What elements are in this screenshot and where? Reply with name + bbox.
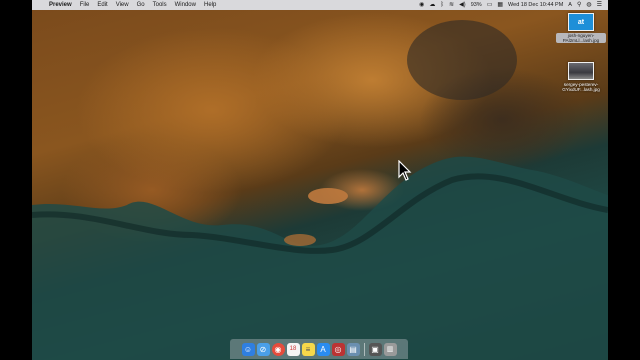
dock-safari-icon[interactable]: ⊘ <box>256 342 270 356</box>
dock-calendar-icon[interactable]: 18 <box>286 342 300 356</box>
menu-app-name[interactable]: Preview <box>49 2 72 8</box>
menu-go[interactable]: Go <box>137 2 145 8</box>
menu-tools[interactable]: Tools <box>153 2 167 8</box>
volume-icon[interactable]: ◀) <box>459 0 466 10</box>
battery-percent[interactable]: 93% <box>471 2 482 8</box>
flag-icon[interactable]: ▦ <box>497 0 503 10</box>
menu-view[interactable]: View <box>116 2 129 8</box>
wifi-icon[interactable]: ≋ <box>449 0 454 10</box>
dock: ☺ ⊘ ◉ 18 ≡ A ◎ ▤ ▣ ▥ <box>230 339 408 359</box>
menu-window[interactable]: Window <box>175 2 196 8</box>
desktop-file-josh-nguyen[interactable]: at josh-nguyen-PAl2mLl...lash.jpg <box>556 13 606 43</box>
image-thumbnail <box>568 62 594 80</box>
dock-separator <box>363 342 365 356</box>
bluetooth-icon[interactable]: ᛒ <box>440 0 444 10</box>
clock[interactable]: Wed 18 Dec 10:44 PM <box>508 2 563 8</box>
menu-edit[interactable]: Edit <box>97 2 107 8</box>
notification-center-icon[interactable]: ☰ <box>597 0 602 10</box>
siri-icon[interactable]: ◍ <box>586 0 591 10</box>
desktop-file-sergey-pesterev[interactable]: sergey-pesterev-GYixdUF...lash.jpg <box>556 62 606 92</box>
record-icon[interactable]: ◉ <box>419 0 424 10</box>
dock-screenshots-folder-icon[interactable]: ▣ <box>368 342 382 356</box>
wallpaper-coastline <box>32 20 608 360</box>
menu-file[interactable]: File <box>80 2 90 8</box>
desktop-file-label: josh-nguyen-PAl2mLl...lash.jpg <box>556 33 606 43</box>
image-thumbnail: at <box>568 13 594 31</box>
menu-help[interactable]: Help <box>204 2 216 8</box>
battery-icon[interactable]: ▭ <box>487 0 493 10</box>
desktop-wallpaper <box>32 0 608 360</box>
dock-app-store-icon[interactable]: A <box>316 342 330 356</box>
dock-notes-icon[interactable]: ≡ <box>301 342 315 356</box>
desktop-file-label: sergey-pesterev-GYixdUF...lash.jpg <box>562 82 600 92</box>
dock-chrome-icon[interactable]: ◉ <box>271 342 285 356</box>
dock-preview-icon[interactable]: ▤ <box>346 342 360 356</box>
mouse-pointer-icon <box>398 160 412 181</box>
dock-trash-icon[interactable]: ▥ <box>383 342 397 356</box>
dock-photo-booth-icon[interactable]: ◎ <box>331 342 345 356</box>
cloud-icon[interactable]: ☁ <box>429 0 435 10</box>
user-menu[interactable]: A <box>568 2 572 8</box>
search-icon[interactable]: ⚲ <box>577 0 581 10</box>
dock-finder-icon[interactable]: ☺ <box>241 342 255 356</box>
menu-bar: Preview File Edit View Go Tools Window H… <box>32 0 608 10</box>
